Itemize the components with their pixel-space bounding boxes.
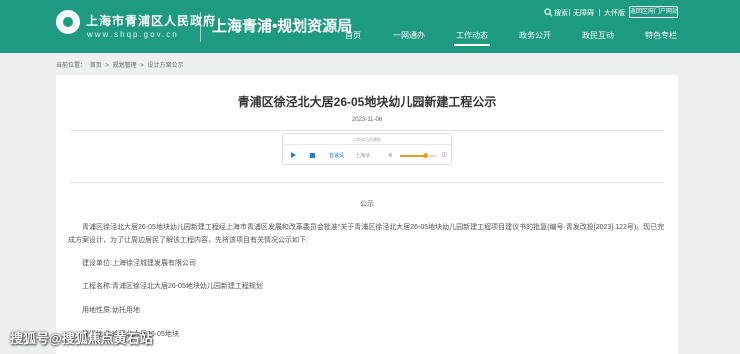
util-divider xyxy=(599,9,600,16)
volume-slider[interactable] xyxy=(400,153,436,158)
title-divider xyxy=(70,130,664,131)
breadcrumb-label: 当前位置： xyxy=(56,63,87,69)
search-icon[interactable] xyxy=(544,8,553,17)
big-font-link[interactable]: 大怀版 xyxy=(604,8,625,18)
breadcrumb-design-notice[interactable]: 设计方案公示 xyxy=(147,63,183,69)
site-header: 上海市青浦区人民政府 www.shqp.gov.cn 上海青浦•规划资源局 搜索… xyxy=(0,0,740,53)
util-divider xyxy=(569,9,570,16)
gov-emblem-icon[interactable] xyxy=(56,10,80,34)
project-name-line: 工程名称:青浦区徐泾北大居26-05地块幼儿园新建工程规划 xyxy=(82,283,263,290)
volume-icon[interactable] xyxy=(388,152,394,158)
nav-government-disclosure[interactable]: 政务公开 xyxy=(519,30,551,41)
breadcrumb-separator: > xyxy=(105,63,109,69)
accessibility-link[interactable]: 无障碍 xyxy=(573,8,594,18)
breadcrumb-planning[interactable]: 规划管理 xyxy=(113,63,137,69)
play-icon[interactable] xyxy=(291,152,296,158)
breadcrumb: 当前位置： 首页 > 规划管理 > 设计方案公示 xyxy=(56,60,185,69)
voice-select[interactable]: 上海话 xyxy=(355,152,370,159)
breadcrumb-home[interactable]: 首页 xyxy=(90,63,102,69)
watermark: 搜狐号@搜狐焦点黄石站 xyxy=(10,331,153,346)
land-use-line: 用地性质:幼托用地 xyxy=(82,307,140,314)
breadcrumb-separator: > xyxy=(140,63,144,69)
article-date: 2023-11-06 xyxy=(351,117,383,123)
builder-line: 建设单位:上海徐泾城建发展有限公司 xyxy=(82,260,196,267)
intro-paragraph: 青浦区徐泾北大居26-05地块幼儿园新建工程经上海市青浦区发展和改革委员会批准“… xyxy=(68,224,665,244)
article-card: 青浦区徐泾北大居26-05地块幼儿园新建工程公示 2023-11-06 以听读后… xyxy=(56,75,678,354)
article-title: 青浦区徐泾北大居26-05地块幼儿园新建工程公示 xyxy=(237,95,497,109)
search-link[interactable]: 搜索 xyxy=(554,8,568,18)
section-divider xyxy=(70,182,664,183)
section-heading: 公示 xyxy=(360,201,374,208)
stop-icon[interactable] xyxy=(310,153,315,158)
return-portal-button[interactable]: 返回区府门户网站 xyxy=(629,6,678,18)
gov-site-title[interactable]: 上海市青浦区人民政府 xyxy=(86,12,216,29)
player-caption: 以听读后台播报 xyxy=(283,134,451,145)
gov-site-url: www.shqp.gov.cn xyxy=(87,30,179,39)
nav-public-interaction[interactable]: 政民互动 xyxy=(582,30,614,41)
nav-one-stop-service[interactable]: 一网通办 xyxy=(393,30,425,41)
audio-player: 以听读后台播报 音速设 上海话 xyxy=(282,133,452,165)
bureau-title[interactable]: 上海青浦•规划资源局 xyxy=(212,15,352,36)
header-divider xyxy=(200,12,201,42)
gear-icon[interactable] xyxy=(441,151,448,158)
nav-work-news[interactable]: 工作动态 xyxy=(454,30,490,46)
volume-fill xyxy=(400,155,426,157)
speed-setting-button[interactable]: 音速设 xyxy=(329,152,344,159)
nav-home[interactable]: 首页 xyxy=(345,30,361,41)
location-line: 建设地点:徐泾北大居26-05地块 xyxy=(82,331,179,338)
volume-handle[interactable] xyxy=(422,153,428,158)
nav-special-columns[interactable]: 特色专栏 xyxy=(645,30,677,41)
